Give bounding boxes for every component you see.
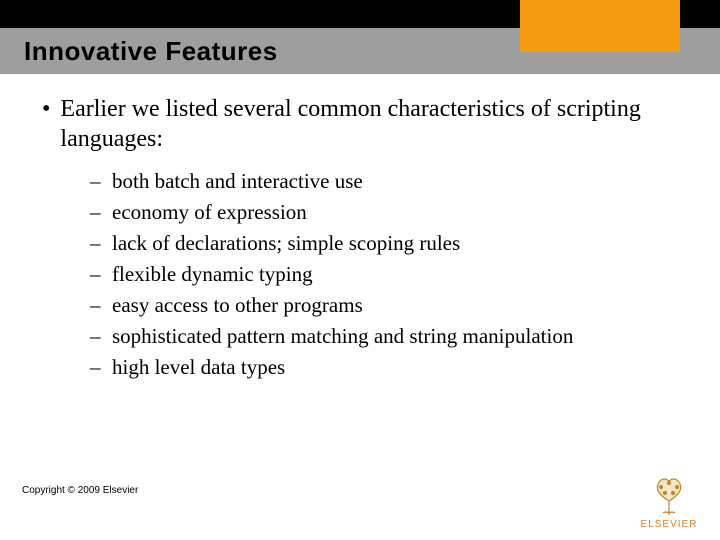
sub-text: lack of declarations; simple scoping rul… xyxy=(112,230,460,257)
sub-list: – both batch and interactive use – econo… xyxy=(90,168,684,381)
slide-content: • Earlier we listed several common chara… xyxy=(0,74,720,381)
sub-text: flexible dynamic typing xyxy=(112,261,313,288)
sub-text: high level data types xyxy=(112,354,285,381)
main-bullet-text: Earlier we listed several common charact… xyxy=(60,94,684,154)
list-item: – high level data types xyxy=(90,354,684,381)
copyright-text: Copyright © 2009 Elsevier xyxy=(22,485,138,496)
sub-text: both batch and interactive use xyxy=(112,168,363,195)
elsevier-logo: ELSEVIER xyxy=(634,471,704,530)
list-item: – economy of expression xyxy=(90,199,684,226)
list-item: – both batch and interactive use xyxy=(90,168,684,195)
dash-marker: – xyxy=(90,261,104,288)
dash-marker: – xyxy=(90,323,104,350)
sub-text: easy access to other programs xyxy=(112,292,363,319)
slide-title: Innovative Features xyxy=(24,36,278,67)
logo-text: ELSEVIER xyxy=(634,519,704,530)
list-item: – sophisticated pattern matching and str… xyxy=(90,323,684,350)
dash-marker: – xyxy=(90,199,104,226)
list-item: – easy access to other programs xyxy=(90,292,684,319)
list-item: – lack of declarations; simple scoping r… xyxy=(90,230,684,257)
dash-marker: – xyxy=(90,168,104,195)
dash-marker: – xyxy=(90,354,104,381)
tree-icon xyxy=(646,471,692,517)
sub-text: sophisticated pattern matching and strin… xyxy=(112,323,573,350)
bullet-marker: • xyxy=(42,94,50,154)
orange-accent-block xyxy=(520,0,680,52)
dash-marker: – xyxy=(90,292,104,319)
list-item: – flexible dynamic typing xyxy=(90,261,684,288)
main-bullet: • Earlier we listed several common chara… xyxy=(36,94,684,154)
sub-text: economy of expression xyxy=(112,199,307,226)
dash-marker: – xyxy=(90,230,104,257)
